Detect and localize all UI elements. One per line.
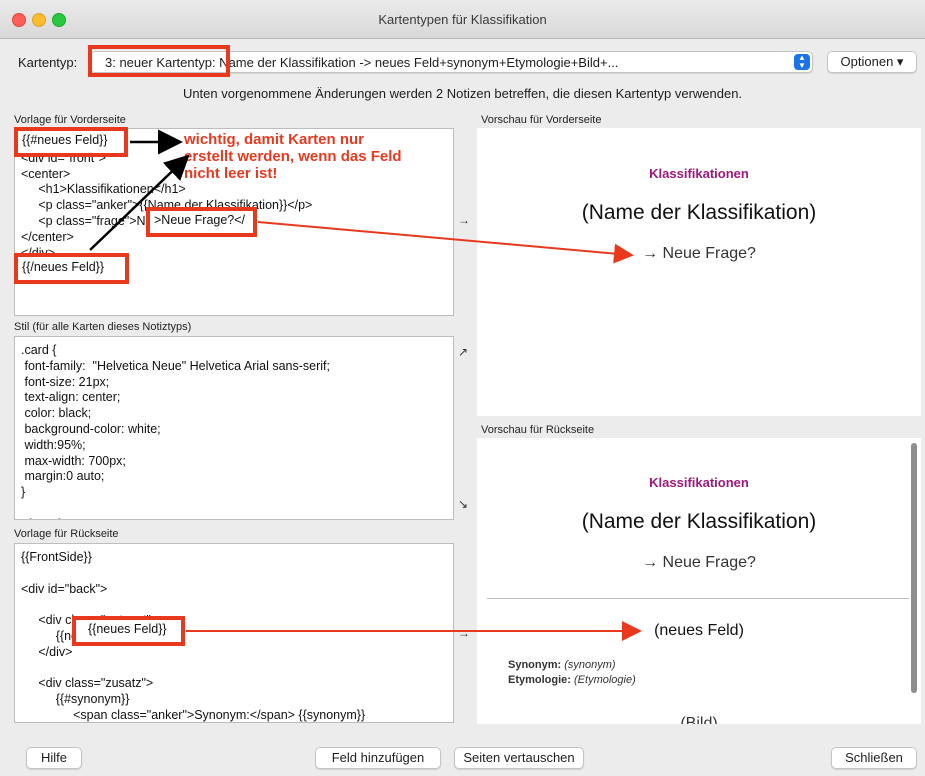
help-button[interactable]: Hilfe bbox=[26, 747, 82, 769]
close-tag-arrow bbox=[89, 154, 190, 251]
frage-to-preview-arrow bbox=[257, 221, 634, 264]
annotation-arrows bbox=[89, 129, 642, 641]
add-field-button[interactable]: Feld hinzufügen bbox=[315, 747, 441, 769]
swap-sides-button[interactable]: Seiten vertauschen bbox=[454, 747, 584, 769]
close-button[interactable]: Schließen bbox=[831, 747, 917, 769]
